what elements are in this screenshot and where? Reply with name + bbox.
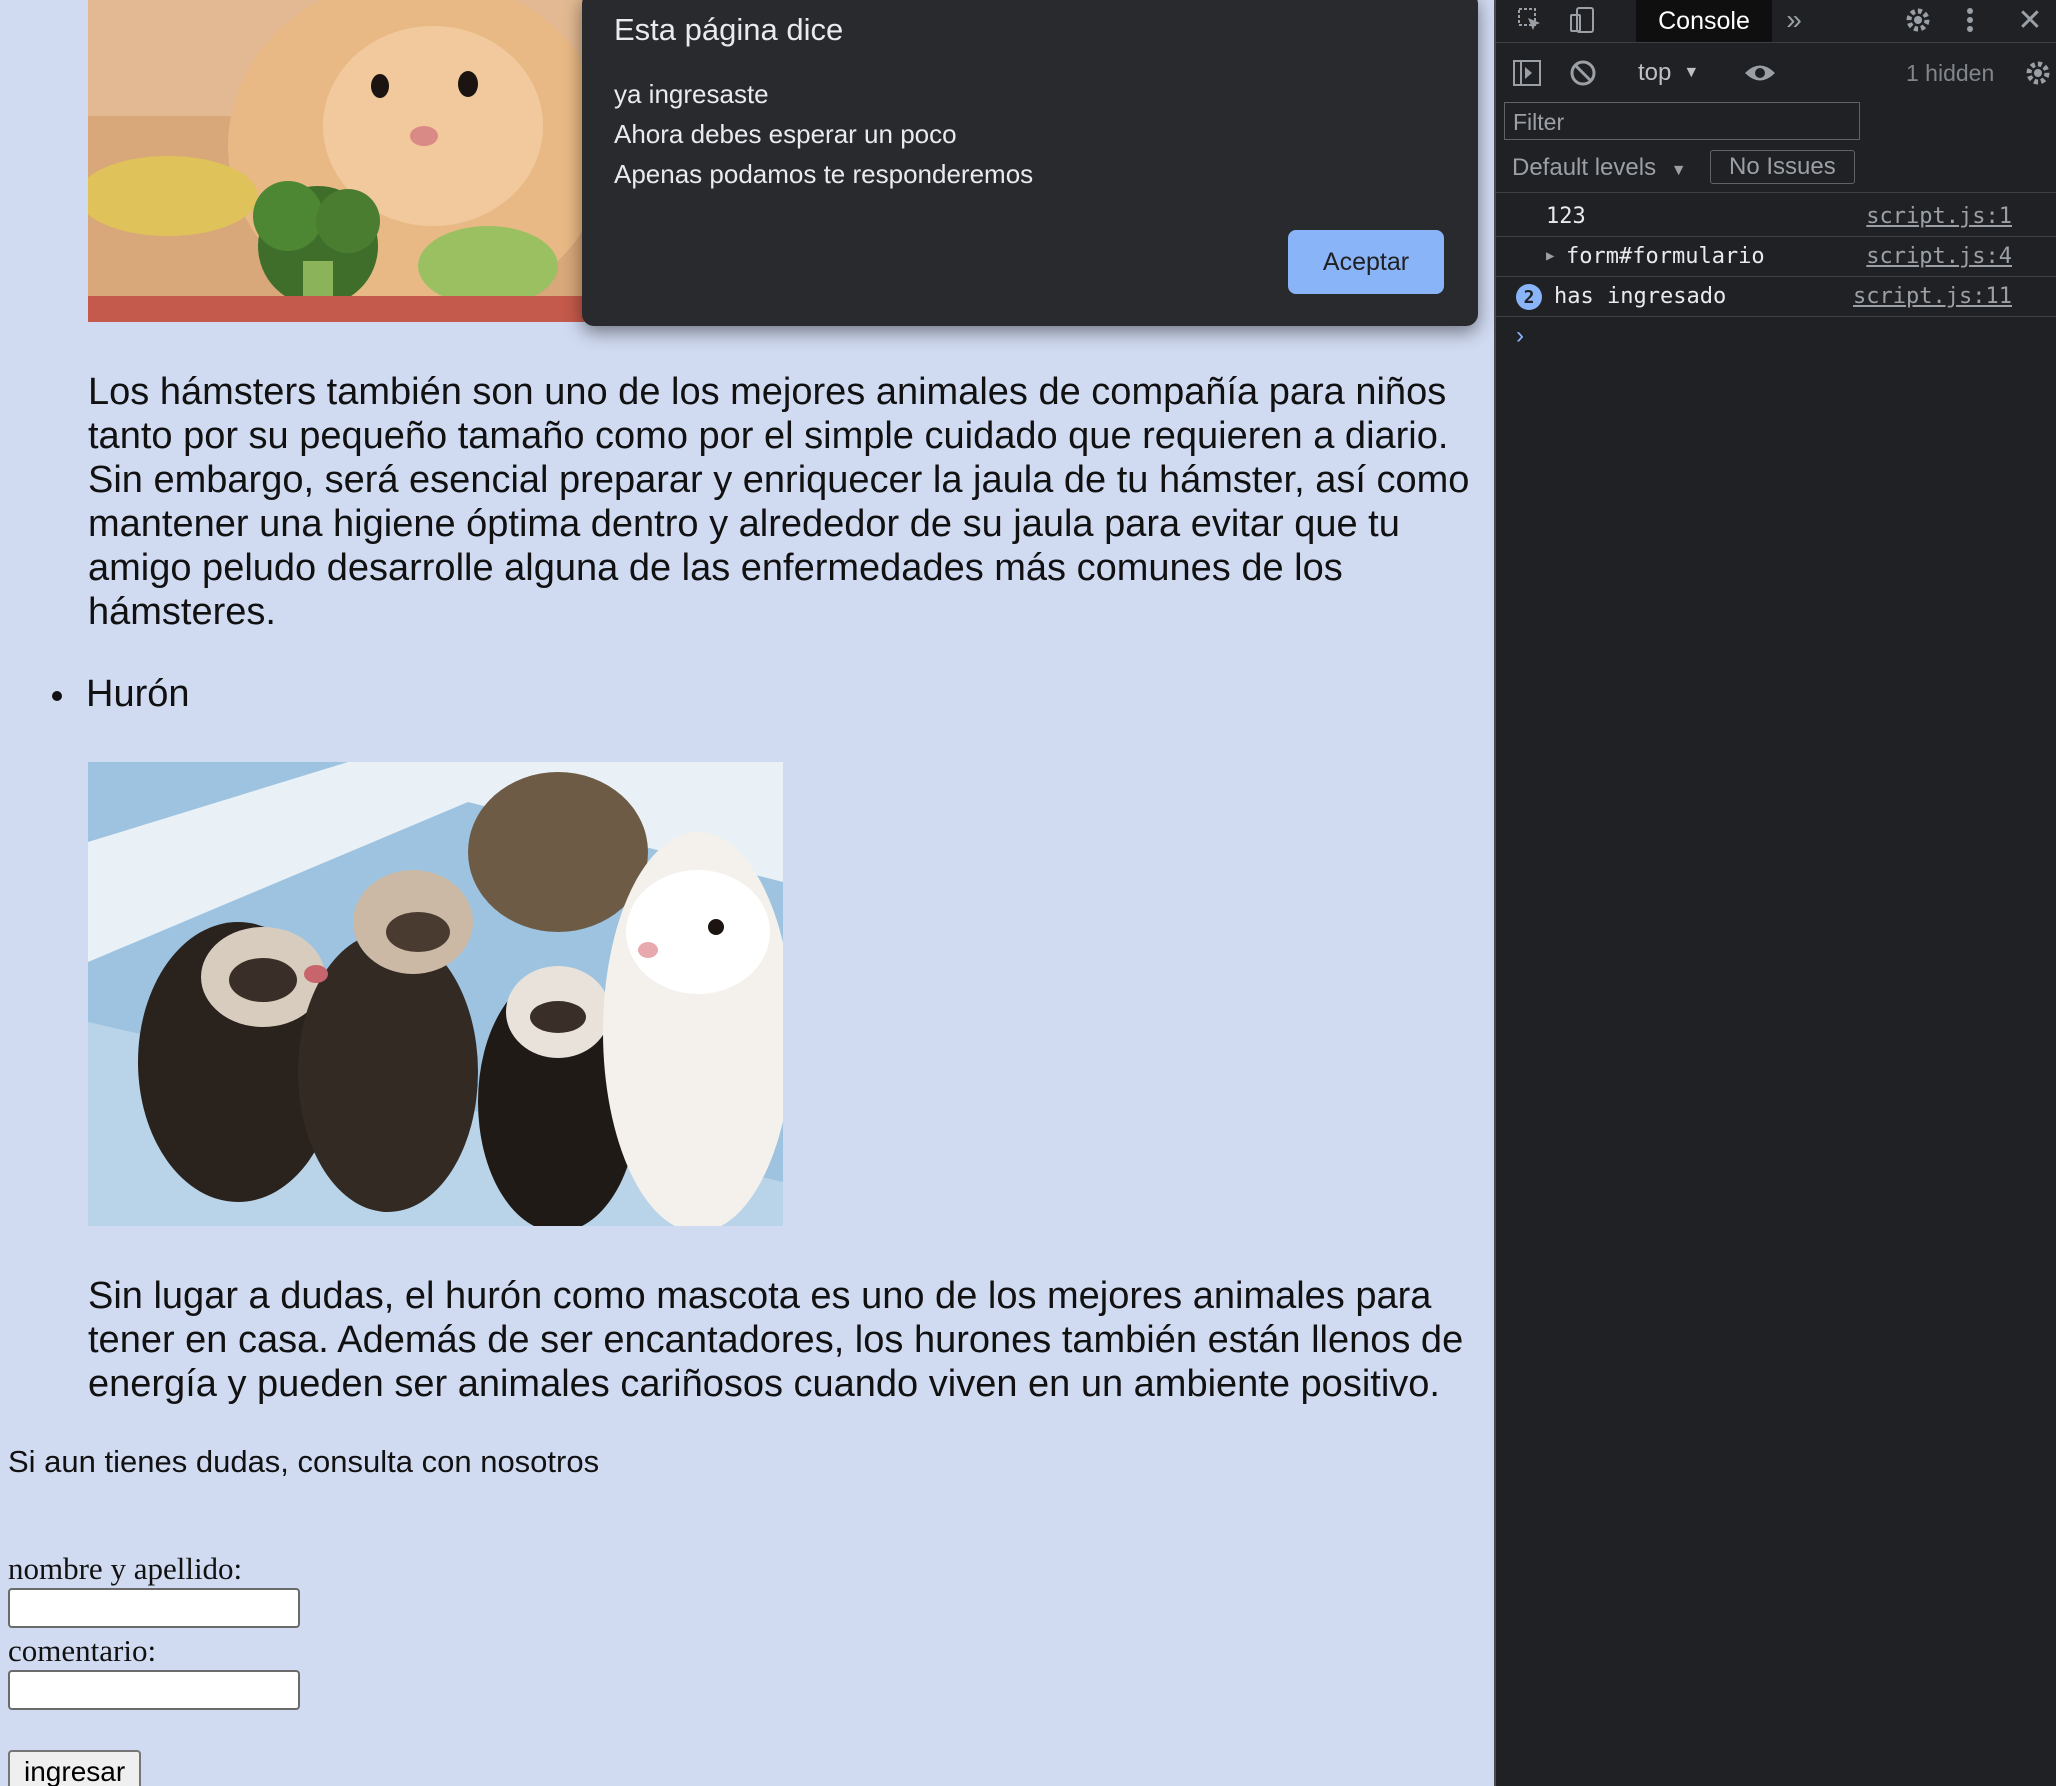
comment-input[interactable] — [8, 1670, 300, 1710]
console-toolbar: top ▼ 1 hidden — [1496, 52, 2056, 98]
console-settings-icon[interactable] — [2022, 56, 2054, 90]
eye-icon[interactable] — [1742, 56, 1778, 90]
console-message-text: 123 — [1546, 204, 1586, 229]
dialog-ok-button[interactable]: Aceptar — [1288, 230, 1444, 294]
devtools-panel: Console » ✕ top ▼ 1 hidden Filter Defaul… — [1494, 0, 2056, 1786]
dialog-message: ya ingresaste Ahora debes esperar un poc… — [614, 74, 1033, 194]
sidebar-toggle-icon[interactable] — [1510, 56, 1544, 90]
console-source-link[interactable]: script.js:11 — [1853, 284, 2012, 309]
ferrets-image — [88, 762, 783, 1226]
issues-button[interactable]: No Issues — [1710, 150, 1855, 184]
huron-paragraph: Sin lugar a dudas, el hurón como mascota… — [88, 1275, 1464, 1405]
hamster-image — [88, 0, 588, 322]
console-message-text: has ingresado — [1554, 284, 1727, 309]
console-prompt-icon[interactable]: › — [1516, 322, 1524, 350]
chevron-down-icon: ▼ — [1670, 162, 1687, 179]
log-levels-label: Default levels — [1512, 154, 1657, 181]
web-page: Los hámsters también son uno de los mejo… — [0, 0, 1494, 1786]
dialog-message-line: Apenas podamos te responderemos — [614, 159, 1034, 189]
console-message: 2 has ingresado script.js:11 — [1496, 276, 2056, 317]
console-message: ▶ form#formulario script.js:4 — [1496, 236, 2056, 277]
inspect-element-icon[interactable] — [1514, 4, 1546, 36]
submit-button[interactable]: ingresar — [8, 1750, 142, 1786]
more-tabs-icon[interactable]: » — [1778, 4, 1810, 36]
console-message-text: form#formulario — [1566, 244, 1765, 269]
device-toolbar-icon[interactable] — [1566, 4, 1598, 36]
dialog-message-line: ya ingresaste — [614, 79, 769, 109]
clear-console-icon[interactable] — [1566, 56, 1600, 90]
dialog-title: Esta página dice — [614, 12, 844, 47]
context-select[interactable]: top ▼ — [1638, 56, 1699, 90]
contact-form: nombre y apellido: comentario: ingresar — [8, 1550, 300, 1786]
console-source-link[interactable]: script.js:1 — [1866, 204, 2012, 229]
expand-triangle-icon[interactable]: ▶ — [1546, 248, 1554, 264]
comment-label: comentario: — [8, 1633, 157, 1668]
contact-prompt: Si aun tienes dudas, consulta con nosotr… — [8, 1444, 600, 1479]
bullet-dot — [52, 691, 62, 701]
console-message: 123 script.js:1 — [1496, 196, 2056, 237]
tab-console[interactable]: Console — [1636, 0, 1772, 42]
name-input[interactable] — [8, 1588, 300, 1628]
close-icon[interactable]: ✕ — [2014, 4, 2046, 37]
list-item-huron: Hurón — [52, 672, 190, 716]
settings-gear-icon[interactable] — [1902, 4, 1934, 36]
filter-input[interactable]: Filter — [1504, 102, 1860, 140]
console-source-link[interactable]: script.js:4 — [1866, 244, 2012, 269]
kebab-menu-icon[interactable] — [1960, 4, 1980, 36]
chevron-down-icon: ▼ — [1683, 64, 1700, 81]
alert-dialog: Esta página dice ya ingresaste Ahora deb… — [582, 0, 1478, 326]
hidden-messages-count: 1 hidden — [1906, 59, 1995, 86]
hamster-paragraph: Los hámsters también son uno de los mejo… — [88, 371, 1470, 633]
dialog-message-line: Ahora debes esperar un poco — [614, 119, 957, 149]
list-item-label: Hurón — [86, 673, 190, 715]
log-levels-dropdown[interactable]: Default levels ▼ — [1512, 154, 1687, 182]
levels-row: Default levels ▼ No Issues — [1496, 148, 2056, 193]
context-value: top — [1638, 59, 1672, 86]
repeat-count-badge: 2 — [1516, 284, 1542, 310]
devtools-tabbar: Console » ✕ — [1496, 0, 2056, 43]
name-label: nombre y apellido: — [8, 1551, 243, 1586]
